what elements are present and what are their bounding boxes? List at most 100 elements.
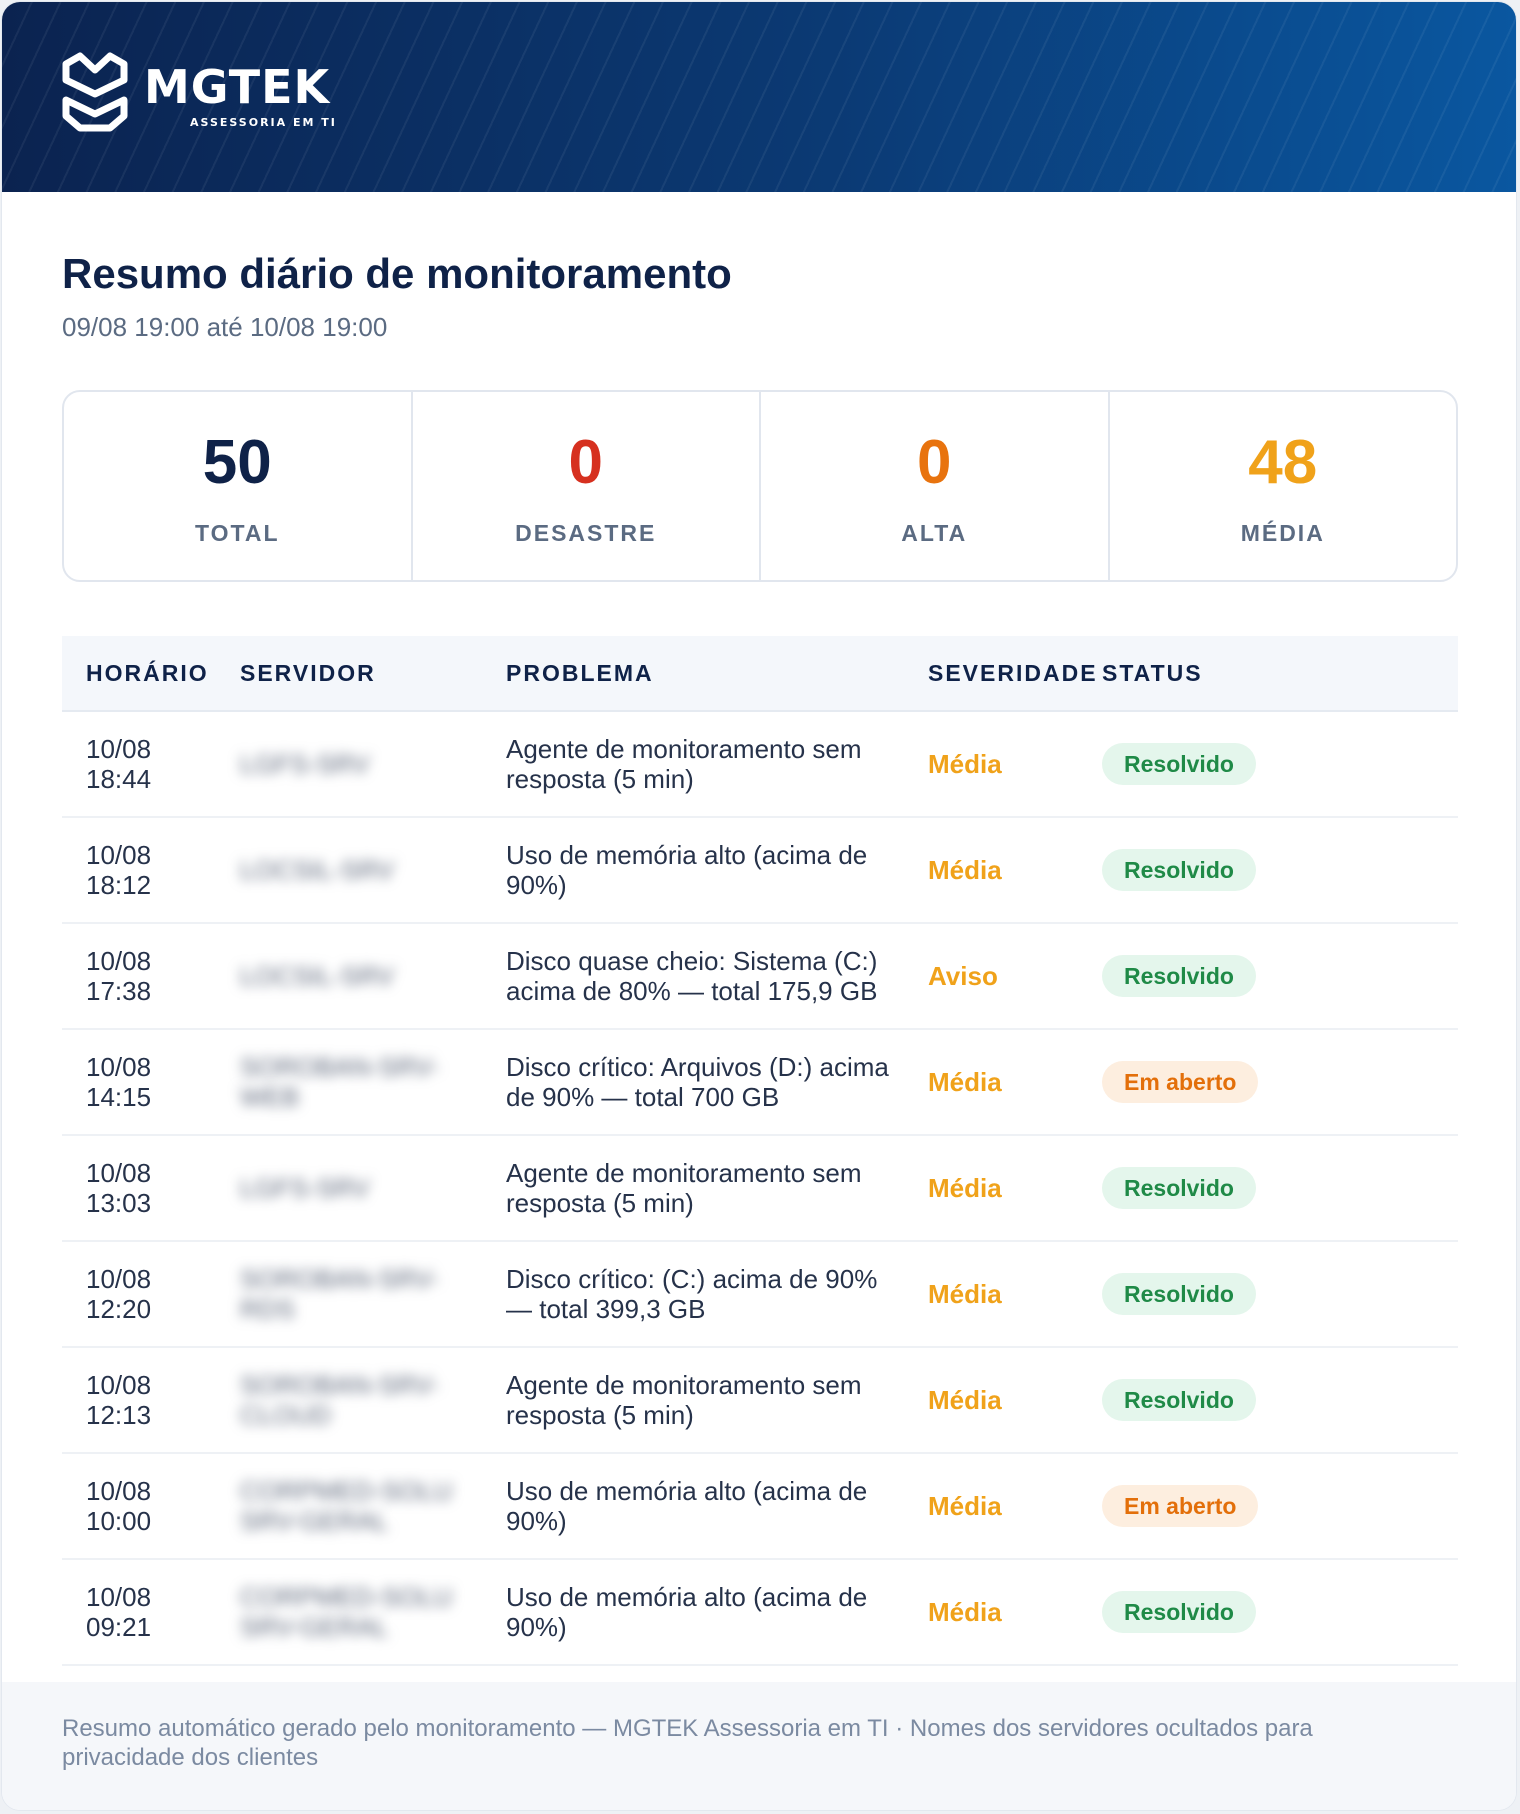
table-row: 10/08 12:13 SOROBAN-SRV- CLOUD Agente de mon… (62, 1347, 1458, 1454)
stat-desastre: 0 DESASTRE (413, 392, 761, 580)
incident-time: 09:21 (86, 1612, 152, 1642)
cell-status: Resolvido (1088, 923, 1458, 1030)
incident-time: 14:15 (86, 1082, 152, 1112)
incident-time: 12:20 (86, 1294, 152, 1324)
table-row: 10/08 09:21 CORPMED-SOLU SRV-GERAL Uso de me… (62, 1559, 1458, 1666)
cell-severidade: Média (904, 1241, 1088, 1348)
incident-date: 10/08 (86, 1052, 152, 1082)
stat-value: 50 (202, 428, 272, 497)
status-badge: Resolvido (1102, 1273, 1256, 1315)
severity-label: Média (928, 1385, 1002, 1415)
cell-servidor: LOCSIL-SRV (216, 817, 482, 924)
cell-servidor: LGFS-SRV (216, 711, 482, 818)
stat-value: 0 (917, 428, 952, 497)
stats-summary: 50 TOTAL 0 DESASTRE 0 ALTA 48 MÉDIA (62, 390, 1458, 582)
incident-time: 17:38 (86, 976, 152, 1006)
status-badge: Resolvido (1102, 1167, 1256, 1209)
cell-servidor: CORPMED-SOLU SRV-GERAL (216, 1453, 482, 1560)
server-name-redacted: CORPMED-SOLU (240, 1476, 453, 1506)
server-name-redacted: SOROBAN-SRV- (240, 1370, 439, 1400)
server-name-redacted: SRV-GERAL (240, 1506, 389, 1536)
incident-time: 18:12 (86, 870, 152, 900)
incident-time: 13:03 (86, 1188, 152, 1218)
stat-label: ALTA (901, 520, 968, 546)
severity-label: Média (928, 1173, 1002, 1203)
cell-severidade: Média (904, 817, 1088, 924)
table-row: 10/08 18:44 LGFS-SRV Agente de monitorament… (62, 711, 1458, 818)
cell-severidade: Média (904, 711, 1088, 818)
server-name-redacted: SOROBAN-SRV- (240, 1052, 439, 1082)
server-name-redacted: LOCSIL-SRV (240, 961, 395, 991)
cell-horario: 10/08 12:20 (62, 1241, 216, 1348)
cell-status: Resolvido (1088, 1347, 1458, 1454)
server-name-redacted: SOROBAN-SRV-RDS (240, 1264, 439, 1324)
cell-problema: Disco crítico: Arquivos (D:) acima de 90… (482, 1029, 904, 1136)
severity-label: Média (928, 1067, 1002, 1097)
incidents-table: HORÁRIO SERVIDOR PROBLEMA SEVERIDADE STA… (62, 636, 1458, 1666)
cell-problema: Agente de monitoramento sem resposta (5 … (482, 1347, 904, 1454)
cell-status: Resolvido (1088, 711, 1458, 818)
status-badge: Resolvido (1102, 1379, 1256, 1421)
severity-label: Média (928, 749, 1002, 779)
status-badge: Resolvido (1102, 849, 1256, 891)
incident-date: 10/08 (86, 1370, 152, 1400)
cell-status: Em aberto (1088, 1029, 1458, 1136)
mgtek-logo-icon (62, 52, 128, 132)
stat-value: 48 (1248, 428, 1318, 497)
cell-horario: 10/08 17:38 (62, 923, 216, 1030)
cell-servidor: SOROBAN-SRV- CLOUD (216, 1347, 482, 1454)
cell-servidor: LOCSIL-SRV (216, 923, 482, 1030)
severity-label: Média (928, 1597, 1002, 1627)
header-banner: MGTEK ASSESSORIA EM TI (2, 2, 1516, 192)
cell-severidade: Média (904, 1453, 1088, 1560)
cell-severidade: Média (904, 1347, 1088, 1454)
server-name-redacted: SRV-GERAL (240, 1612, 389, 1642)
stat-label: DESASTRE (515, 520, 657, 546)
incident-date: 10/08 (86, 1476, 152, 1506)
server-name-redacted: LGFS-SRV (240, 749, 370, 779)
incident-date: 10/08 (86, 946, 152, 976)
status-badge: Em aberto (1102, 1485, 1259, 1527)
cell-problema: Uso de memória alto (acima de 90%) (482, 1559, 904, 1666)
cell-status: Resolvido (1088, 1241, 1458, 1348)
table-row: 10/08 18:12 LOCSIL-SRV Uso de memória alto … (62, 817, 1458, 924)
table-header-row: HORÁRIO SERVIDOR PROBLEMA SEVERIDADE STA… (62, 636, 1458, 712)
brand-tagline: ASSESSORIA EM TI (190, 116, 337, 129)
cell-severidade: Aviso (904, 923, 1088, 1030)
severity-label: Média (928, 1279, 1002, 1309)
cell-horario: 10/08 12:13 (62, 1347, 216, 1454)
server-name-redacted: WEB (240, 1082, 300, 1112)
cell-problema: Disco quase cheio: Sistema (C:) acima de… (482, 923, 904, 1030)
cell-horario: 10/08 09:21 (62, 1559, 216, 1666)
stat-total: 50 TOTAL (64, 392, 413, 580)
table-row: 10/08 10:00 CORPMED-SOLU SRV-GERAL Uso de me… (62, 1453, 1458, 1560)
column-header-problema: PROBLEMA (482, 636, 904, 712)
incident-time: 12:13 (86, 1400, 152, 1430)
table-row: 10/08 14:15 SOROBAN-SRV- WEB Disco crítico: … (62, 1029, 1458, 1136)
table-row: 10/08 12:20 SOROBAN-SRV-RDS Disco crítico: … (62, 1241, 1458, 1348)
cell-servidor: SOROBAN-SRV- WEB (216, 1029, 482, 1136)
status-badge: Resolvido (1102, 743, 1256, 785)
server-name-redacted: LGFS-SRV (240, 1173, 370, 1203)
stat-media: 48 MÉDIA (1110, 392, 1457, 580)
report-period: 09/08 19:00 até 10/08 19:00 (62, 312, 388, 342)
report-title: Resumo diário de monitoramento (62, 250, 732, 297)
severity-label: Média (928, 1491, 1002, 1521)
cell-horario: 10/08 18:12 (62, 817, 216, 924)
incident-date: 10/08 (86, 1158, 152, 1188)
cell-severidade: Média (904, 1029, 1088, 1136)
cell-problema: Disco crítico: (C:) acima de 90% — total… (482, 1241, 904, 1348)
cell-status: Resolvido (1088, 1559, 1458, 1666)
cell-problema: Uso de memória alto (acima de 90%) (482, 1453, 904, 1560)
cell-horario: 10/08 18:44 (62, 711, 216, 818)
cell-problema: Agente de monitoramento sem resposta (5 … (482, 1135, 904, 1242)
column-header-status: STATUS (1088, 636, 1458, 712)
incident-date: 10/08 (86, 840, 152, 870)
stat-label: TOTAL (194, 520, 280, 546)
email-card: MGTEK ASSESSORIA EM TI Resumo diário de … (2, 2, 1516, 1810)
cell-problema: Agente de monitoramento sem resposta (5 … (482, 711, 904, 818)
table-row: 10/08 13:03 LGFS-SRV Agente de monitorament… (62, 1135, 1458, 1242)
cell-status: Resolvido (1088, 817, 1458, 924)
incident-date: 10/08 (86, 1264, 152, 1294)
brand-name: MGTEK (144, 60, 331, 114)
